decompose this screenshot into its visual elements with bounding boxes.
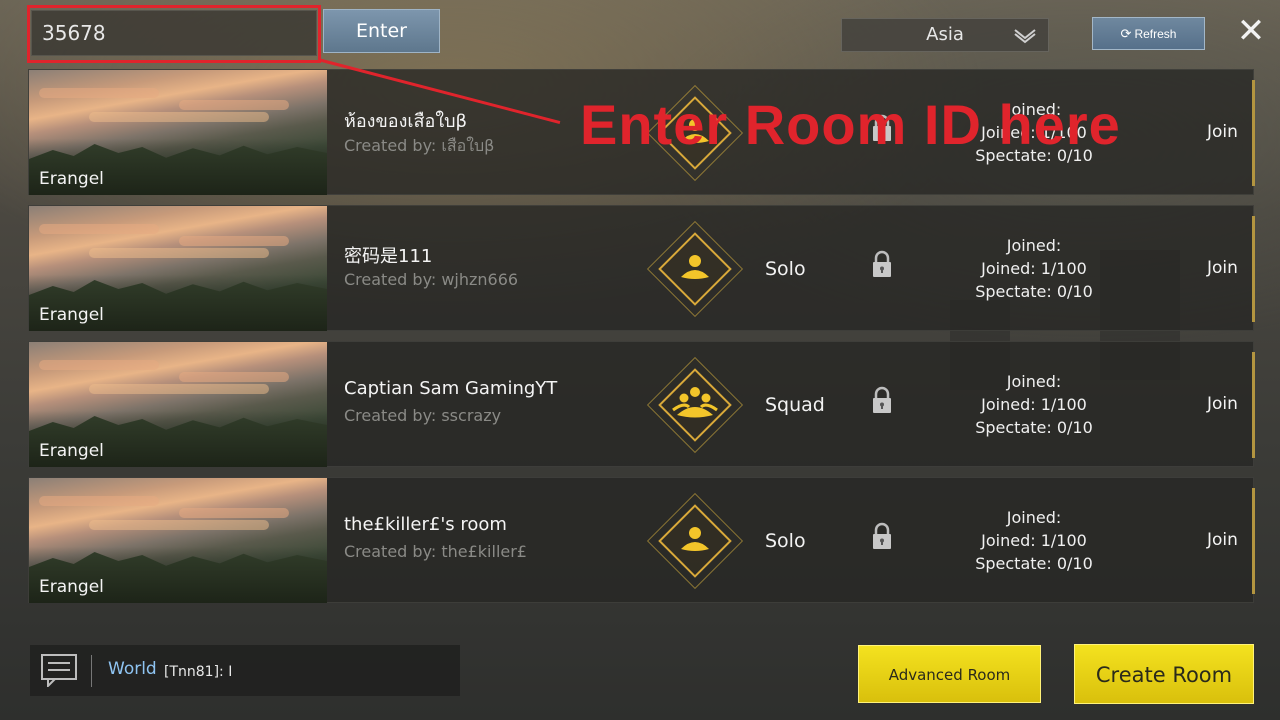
room-row[interactable]: Erangel the£killer£'s room Created by: t… [28, 477, 1255, 603]
row-edge-accent [1252, 216, 1255, 322]
join-button[interactable]: Join [1207, 530, 1238, 550]
joined-title: Joined: [1006, 372, 1062, 391]
map-thumbnail: Erangel [29, 206, 327, 331]
solo-player-icon [646, 220, 744, 318]
lock-icon [871, 250, 893, 278]
solo-player-icon [646, 492, 744, 590]
row-edge-accent [1252, 80, 1255, 186]
map-name: Erangel [39, 169, 104, 189]
spectate-count: Spectate: 0/10 [975, 418, 1093, 437]
mode-label: Solo [765, 530, 806, 552]
region-select[interactable]: Asia [841, 18, 1049, 52]
joined-count: Joined: 1/100 [981, 395, 1087, 414]
squad-players-icon [646, 356, 744, 454]
player-count: Joined: Joined: 1/100 Spectate: 0/10 [969, 234, 1099, 303]
room-name: the£killer£'s room [344, 514, 507, 535]
mode-label: Solo [765, 258, 806, 280]
room-name: Captian Sam GamingYT [344, 378, 558, 399]
refresh-label: Refresh [1134, 27, 1177, 41]
joined-title: Joined: [1006, 236, 1062, 255]
player-count: Joined: Joined: 1/100 Spectate: 0/10 [969, 506, 1099, 575]
region-value: Asia [926, 24, 964, 45]
map-name: Erangel [39, 305, 104, 325]
room-row[interactable]: Erangel 密码是111 Created by: wjhzn666 Solo… [28, 205, 1255, 331]
joined-count: Joined: 1/100 [981, 259, 1087, 278]
row-edge-accent [1252, 352, 1255, 458]
room-row[interactable]: Erangel Captian Sam GamingYT Created by:… [28, 341, 1255, 467]
join-button[interactable]: Join [1207, 258, 1238, 278]
lock-icon [871, 386, 893, 414]
chat-bubble-icon[interactable] [40, 653, 78, 687]
map-thumbnail: Erangel [29, 70, 327, 195]
room-creator: Created by: wjhzn666 [344, 270, 519, 289]
lock-icon [871, 522, 893, 550]
join-button[interactable]: Join [1207, 394, 1238, 414]
chat-message: [Tnn81]: I [164, 664, 233, 680]
create-room-button[interactable]: Create Room [1074, 644, 1254, 704]
advanced-room-creation-button[interactable]: Advanced Room Creation [858, 645, 1041, 703]
annotation-text: Enter Room ID here [580, 93, 1121, 156]
spectate-count: Spectate: 0/10 [975, 554, 1093, 573]
close-icon[interactable]: ✕ [1234, 12, 1268, 50]
join-button[interactable]: Join [1207, 122, 1238, 142]
row-edge-accent [1252, 488, 1255, 594]
map-thumbnail: Erangel [29, 478, 327, 603]
room-creator: Created by: the£killer£ [344, 542, 527, 561]
chat-bar[interactable]: World [Tnn81]: I [30, 645, 460, 696]
joined-count: Joined: 1/100 [981, 531, 1087, 550]
map-thumbnail: Erangel [29, 342, 327, 467]
chat-divider [91, 655, 92, 687]
mode-label: Squad [765, 394, 825, 416]
room-name: 密码是111 [344, 246, 433, 267]
room-creator: Created by: sscrazy [344, 406, 502, 425]
chat-channel[interactable]: World [108, 659, 157, 679]
joined-title: Joined: [1006, 508, 1062, 527]
room-creator: Created by: เสือใบβ [344, 136, 495, 155]
spectate-count: Spectate: 0/10 [975, 282, 1093, 301]
enter-button[interactable]: Enter [323, 9, 440, 53]
refresh-button[interactable]: ⟳ Refresh [1092, 17, 1205, 50]
map-name: Erangel [39, 441, 104, 461]
room-name: ห้องของเสือใบβ [344, 111, 468, 132]
room-id-input[interactable]: 35678 [31, 10, 317, 56]
chevron-down-icon [1012, 19, 1038, 62]
refresh-icon: ⟳ [1120, 26, 1132, 41]
map-name: Erangel [39, 577, 104, 597]
player-count: Joined: Joined: 1/100 Spectate: 0/10 [969, 370, 1099, 439]
